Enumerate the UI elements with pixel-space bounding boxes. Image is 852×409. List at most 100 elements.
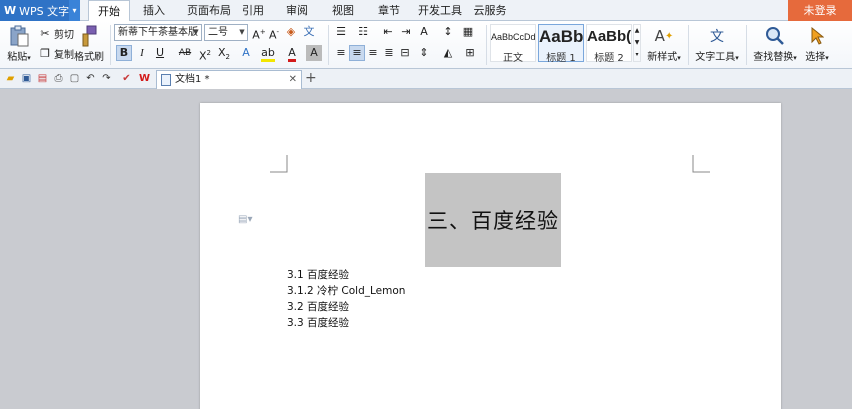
toc-entry[interactable]: 3.2 百度经验 bbox=[287, 299, 405, 315]
cursor-arrow-icon bbox=[802, 24, 832, 48]
undo-icon[interactable]: ↶ bbox=[84, 72, 97, 85]
align-left-icon[interactable]: ≡ bbox=[333, 45, 349, 61]
highlight-button[interactable]: ab bbox=[260, 45, 276, 62]
print-preview-icon[interactable]: ▢ bbox=[68, 72, 81, 85]
wps-home-icon[interactable]: W bbox=[138, 72, 151, 85]
margin-corner-mark bbox=[692, 155, 710, 173]
style-normal[interactable]: AaBbCcDd 正文 bbox=[490, 24, 536, 64]
style-sample: AaBb bbox=[539, 27, 583, 46]
tab-review[interactable]: 审阅 bbox=[280, 0, 314, 21]
copy-button[interactable]: ❐ 复制 bbox=[38, 44, 74, 62]
chevron-down-icon[interactable]: ▾ bbox=[69, 0, 80, 21]
justify-icon[interactable]: ≣ bbox=[381, 45, 397, 61]
paste-label: 粘贴 bbox=[7, 52, 28, 63]
document-tab[interactable]: 文档1 * ✕ bbox=[156, 70, 302, 89]
tab-chapter[interactable]: 章节 bbox=[372, 0, 406, 21]
align-center-icon[interactable]: ≡ bbox=[349, 45, 365, 61]
tab-home[interactable]: 开始 bbox=[88, 0, 130, 22]
paste-button[interactable]: 粘贴▾ bbox=[4, 24, 34, 63]
tab-insert[interactable]: 插入 bbox=[136, 0, 172, 21]
document-page[interactable]: ▤▾ 三、百度经验 3.1 百度经验 3.1.2 冷柠 Cold_Lemon 3… bbox=[200, 103, 781, 409]
login-button[interactable]: 未登录 bbox=[788, 0, 852, 21]
divider bbox=[688, 25, 689, 65]
divider bbox=[486, 25, 487, 65]
new-style-label: 新样式 bbox=[647, 52, 678, 63]
open-folder-icon[interactable]: ▰ bbox=[4, 72, 17, 85]
style-label: 正文 bbox=[503, 53, 523, 64]
divider bbox=[328, 25, 329, 65]
bullet-list-icon[interactable]: ☰ bbox=[333, 24, 349, 40]
margin-corner-mark bbox=[270, 155, 288, 173]
tab-references[interactable]: 引用 bbox=[236, 0, 270, 21]
subscript-button[interactable]: X2 bbox=[216, 45, 232, 61]
toc-entry[interactable]: 3.1.2 冷柠 Cold_Lemon bbox=[287, 283, 405, 299]
toc-entry[interactable]: 3.3 百度经验 bbox=[287, 315, 405, 331]
heading-image[interactable]: 三、百度经验 bbox=[425, 173, 561, 267]
line-spacing-icon[interactable]: ⇕ bbox=[416, 45, 432, 61]
superscript-button[interactable]: X2 bbox=[197, 45, 213, 63]
style-label: 标题 1 bbox=[546, 53, 576, 64]
numbered-list-icon[interactable]: ☷ bbox=[355, 24, 371, 40]
cut-label: 剪切 bbox=[54, 29, 74, 41]
font-color-button[interactable]: A bbox=[284, 45, 300, 62]
divider bbox=[746, 25, 747, 65]
table-of-contents[interactable]: 3.1 百度经验 3.1.2 冷柠 Cold_Lemon 3.2 百度经验 3.… bbox=[287, 267, 405, 331]
sort-icon[interactable]: ↕ bbox=[440, 24, 456, 40]
text-tools-label: 文字工具 bbox=[695, 52, 736, 63]
tab-developer[interactable]: 开发工具 bbox=[414, 0, 466, 21]
cut-button[interactable]: ✂ 剪切 bbox=[38, 24, 74, 42]
font-name-select[interactable]: 新蒂下午茶基本版 ▼ bbox=[114, 24, 202, 41]
chevron-down-icon: ▼ bbox=[193, 28, 199, 36]
shading-icon[interactable]: ◭ bbox=[440, 45, 456, 61]
app-menu-button[interactable]: W WPS 文字 ▾ bbox=[0, 0, 80, 21]
toc-entry[interactable]: 3.1 百度经验 bbox=[287, 267, 405, 283]
text-tools-button[interactable]: 文 文字工具▾ bbox=[692, 24, 742, 63]
select-button[interactable]: 选择▾ bbox=[802, 24, 832, 63]
style-sample: AaBb( bbox=[587, 28, 631, 45]
distributed-icon[interactable]: ⊟ bbox=[397, 45, 413, 61]
tab-page-layout[interactable]: 页面布局 bbox=[180, 0, 238, 21]
table-borders-icon[interactable]: ⊞ bbox=[462, 45, 478, 61]
search-icon bbox=[750, 24, 800, 48]
increase-indent-icon[interactable]: ⇥ bbox=[398, 24, 414, 40]
text-tools-icon: 文 bbox=[710, 29, 724, 45]
save-icon[interactable]: ▣ bbox=[20, 72, 33, 85]
shrink-font-button[interactable]: A- bbox=[266, 24, 282, 42]
strikethrough-button[interactable]: AB bbox=[175, 45, 195, 61]
grow-font-button[interactable]: A+ bbox=[251, 24, 267, 42]
tab-view[interactable]: 视图 bbox=[326, 0, 360, 21]
borders-icon[interactable]: ▦ bbox=[460, 24, 476, 40]
new-tab-button[interactable]: + bbox=[305, 70, 317, 86]
bold-button[interactable]: B bbox=[116, 45, 132, 61]
chinese-layout-icon[interactable]: A bbox=[416, 24, 432, 40]
clear-format-icon[interactable]: ◈ bbox=[283, 24, 299, 40]
align-right-icon[interactable]: ≡ bbox=[365, 45, 381, 61]
style-heading-2[interactable]: AaBb( 标题 2 bbox=[586, 24, 632, 64]
format-painter-label: 格式刷 bbox=[74, 52, 104, 63]
redo-icon[interactable]: ↷ bbox=[100, 72, 113, 85]
export-pdf-icon[interactable]: ▤ bbox=[36, 72, 49, 85]
styles-scroll[interactable]: ▲ ▼ ▾ bbox=[633, 24, 641, 62]
print-icon[interactable]: ⎙ bbox=[52, 72, 65, 85]
phonetic-guide-icon[interactable]: 文 bbox=[301, 24, 317, 40]
decrease-indent-icon[interactable]: ⇤ bbox=[380, 24, 396, 40]
new-style-icon: A ✦ bbox=[654, 27, 674, 45]
font-size-select[interactable]: 二号 ▼ bbox=[204, 24, 248, 41]
paragraph-options-icon[interactable]: ▤▾ bbox=[238, 214, 252, 225]
copy-icon: ❐ bbox=[40, 46, 50, 60]
style-heading-1[interactable]: AaBb 标题 1 bbox=[538, 24, 584, 64]
font-name-value: 新蒂下午茶基本版 bbox=[118, 27, 198, 38]
italic-button[interactable]: I bbox=[134, 45, 150, 61]
new-style-button[interactable]: A ✦ 新样式▾ bbox=[644, 24, 684, 63]
document-icon bbox=[161, 74, 171, 86]
format-painter-button[interactable]: 格式刷 bbox=[74, 24, 104, 63]
tab-cloud-service[interactable]: 云服务 bbox=[470, 0, 510, 21]
chevron-down-icon: ▼ bbox=[239, 28, 245, 36]
find-replace-button[interactable]: 查找替换▾ bbox=[750, 24, 800, 63]
customize-icon[interactable]: ✔ bbox=[120, 72, 133, 85]
underline-button[interactable]: U bbox=[152, 45, 168, 61]
text-effect-icon[interactable]: A bbox=[238, 45, 254, 61]
close-icon[interactable]: ✕ bbox=[289, 71, 297, 88]
document-tab-title: 文档1 * bbox=[175, 74, 210, 85]
character-shading-icon[interactable]: A bbox=[306, 45, 322, 61]
